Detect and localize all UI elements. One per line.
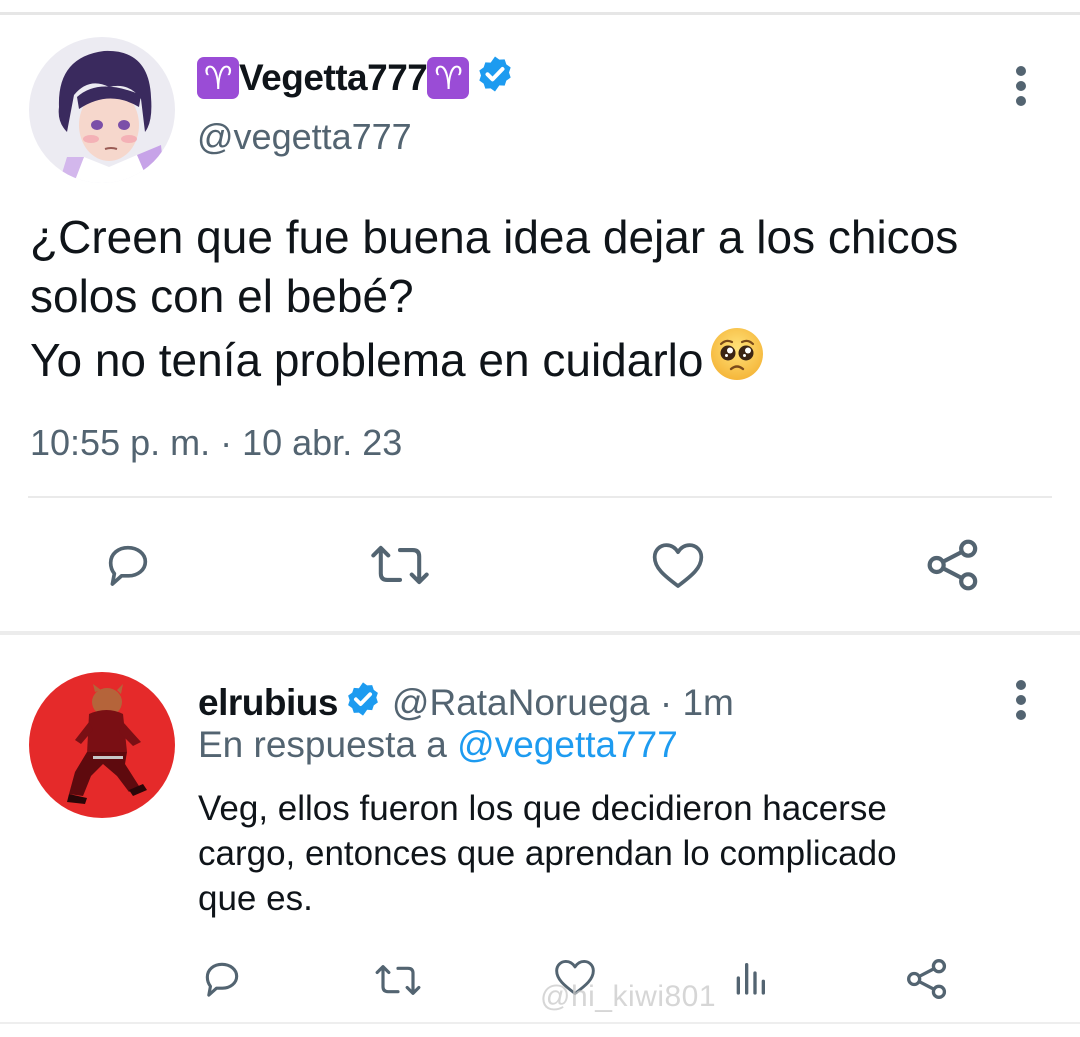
aries-emoji-icon: ♈ [427,57,470,99]
reply-text-line: que es. [198,879,313,918]
tweet-text-line: ¿Creen que fue buena idea dejar a los ch… [30,211,959,263]
share-button[interactable] [925,537,981,598]
pleading-face-emoji [709,326,765,396]
avatar-vegetta777[interactable] [29,37,175,183]
reply-text-line: cargo, entonces que aprendan lo complica… [198,834,897,873]
retweet-icon [375,965,421,995]
like-button[interactable] [650,539,706,596]
reply-button[interactable] [200,957,244,1006]
tweet-text: ¿Creen que fue buena idea dejar a los ch… [30,208,1060,396]
section-divider [0,631,1080,635]
more-options-icon[interactable] [1008,680,1034,720]
tweet-author-handle[interactable]: @vegetta777 [197,116,412,158]
reply-author-name[interactable]: elrubius [198,682,338,724]
verified-badge-icon [475,54,515,103]
retweet-button[interactable] [373,960,423,1005]
retweet-button[interactable] [368,539,432,596]
in-reply-to-label: En respuesta a [198,724,458,765]
reply-author-handle-time[interactable]: @RataNoruega · 1m [392,682,734,724]
like-icon [652,543,704,588]
tweet-timestamp[interactable]: 10:55 p. m. · 10 abr. 23 [30,422,402,464]
divider [28,496,1052,498]
tweet-text-line-last: Yo no tenía problema en cuidarlo [30,326,1060,396]
tweet-author-name[interactable]: ♈ Vegetta777 ♈ [197,48,515,108]
retweet-icon [371,545,429,585]
bottom-divider [0,1022,1080,1024]
watermark: @hi_kiwi801 [540,980,717,1013]
in-reply-to: En respuesta a @vegetta777 [198,724,678,766]
reply-text: Veg, ellos fueron los que decidieron hac… [198,786,1048,921]
aries-emoji-icon: ♈ [197,57,239,99]
reply-header: elrubius @RataNoruega · 1m [198,678,734,728]
more-options-icon[interactable] [1008,66,1034,106]
top-divider [0,12,1080,15]
reply-button[interactable] [102,539,154,596]
avatar-elrubius[interactable] [29,672,175,818]
view-stats-button[interactable] [730,958,770,1003]
reply-icon [108,545,148,586]
in-reply-to-mention-link[interactable]: @vegetta777 [457,724,678,765]
tweet-text-line-content: Yo no tenía problema en cuidarlo [30,334,704,386]
stats-icon [736,963,765,995]
reply-icon [205,962,239,997]
reply-text-line: Veg, ellos fueron los que decidieron hac… [198,789,887,828]
verified-badge-icon [344,680,382,727]
display-name-text: Vegetta777 [239,57,428,98]
tweet-text-line: solos con el bebé? [30,270,414,322]
share-icon [927,539,978,591]
share-button[interactable] [905,957,949,1006]
share-icon [907,959,947,999]
